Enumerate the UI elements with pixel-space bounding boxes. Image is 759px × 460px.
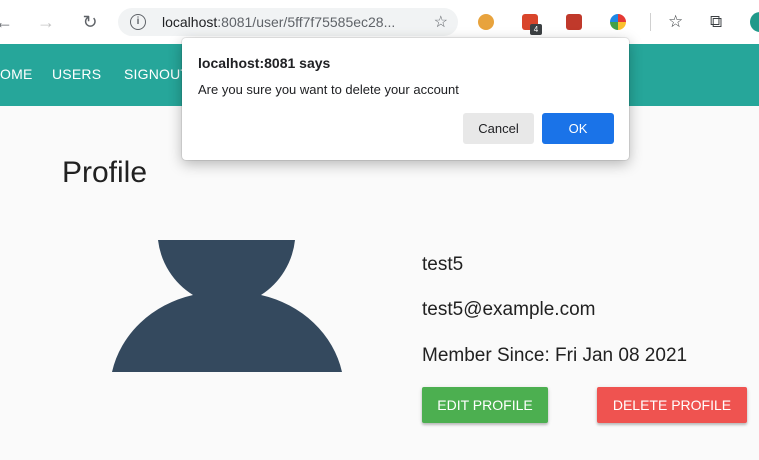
extension-icon[interactable] [478, 14, 494, 30]
confirm-dialog: localhost:8081 says Are you sure you wan… [182, 38, 629, 160]
cancel-button[interactable]: Cancel [463, 113, 534, 144]
page-title: Profile [62, 156, 148, 189]
address-bar[interactable]: i localhost:8081/user/5ff7f75585ec28... … [118, 8, 458, 36]
delete-profile-button[interactable]: DELETE PROFILE [597, 387, 747, 423]
dialog-message: Are you sure you want to delete your acc… [198, 82, 459, 97]
profile-username: test5 [422, 254, 464, 275]
edit-profile-button[interactable]: EDIT PROFILE [422, 387, 548, 423]
extension-icon[interactable] [566, 14, 582, 30]
toolbar-divider [650, 13, 651, 31]
back-icon[interactable]: ← [0, 12, 14, 32]
nav-item-signout[interactable]: SIGNOUT [124, 66, 189, 82]
info-icon[interactable]: i [130, 14, 146, 30]
avatar[interactable] [750, 12, 759, 32]
profile-email: test5@example.com [422, 299, 596, 320]
dialog-title: localhost:8081 says [198, 55, 331, 71]
avatar-placeholder-icon [112, 240, 342, 372]
forward-icon[interactable]: → [36, 12, 56, 32]
extension-badge: 4 [530, 24, 542, 35]
ok-button[interactable]: OK [542, 113, 614, 144]
profile-member-since: Member Since: Fri Jan 08 2021 [422, 345, 688, 366]
nav-item-users[interactable]: USERS [52, 66, 101, 82]
reading-list-icon[interactable]: ☆ [668, 12, 683, 32]
url-text[interactable]: localhost:8081/user/5ff7f75585ec28... [162, 14, 395, 30]
collections-icon[interactable]: ⧉ [710, 12, 722, 32]
reload-icon[interactable]: ↻ [80, 12, 100, 32]
star-icon[interactable]: ☆ [434, 12, 448, 32]
extension-icon[interactable] [610, 14, 626, 30]
nav-item-home[interactable]: OME [0, 66, 33, 82]
